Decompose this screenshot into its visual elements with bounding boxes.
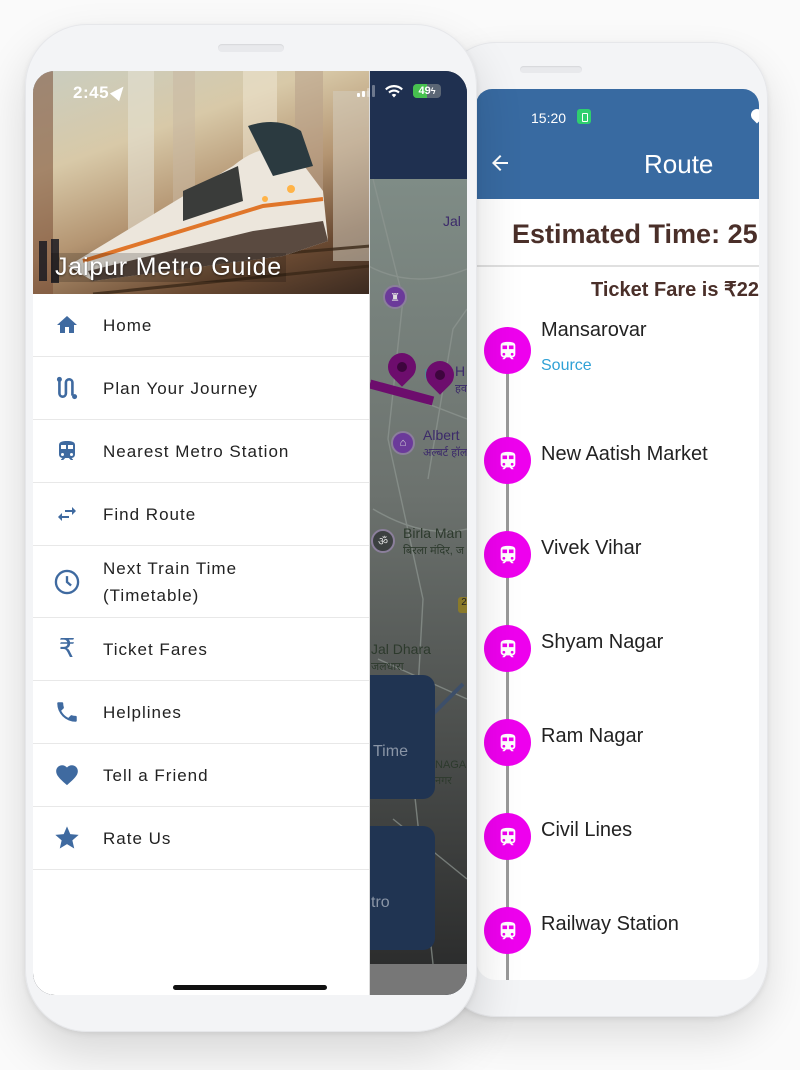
home-indicator[interactable] <box>173 985 327 990</box>
map-label: Jal Dhara <box>371 641 431 657</box>
station-name: Shyam Nagar <box>541 631 664 653</box>
train-icon <box>53 437 81 465</box>
status-time: 2:45 <box>73 83 110 102</box>
station-name: New Aatish Market <box>541 443 708 465</box>
drawer-item-label: Tell a Friend <box>103 765 209 785</box>
cellular-signal-icon <box>357 85 375 97</box>
rupee-icon: ₹ <box>58 634 76 664</box>
battery-icon: 49ϟ <box>413 84 441 98</box>
drawer-header: Jaipur Metro Guide <box>33 71 369 294</box>
clock-icon <box>53 568 81 596</box>
map-sublabel: अल्बर्ट हॉल <box>423 447 467 459</box>
station-name: Mansarovar <box>541 319 647 341</box>
station-name: Ram Nagar <box>541 725 644 747</box>
station-item[interactable]: Mansarovar Source <box>476 319 759 437</box>
drawer-item-home[interactable]: Home <box>33 294 369 357</box>
drawer-item-ticket-fares[interactable]: ₹ Ticket Fares <box>33 618 369 681</box>
train-icon <box>484 813 531 860</box>
heart-icon <box>53 761 81 789</box>
station-item[interactable]: Vivek Vihar <box>476 531 759 625</box>
map-sublabel: बिरला मंदिर, ज <box>403 545 465 557</box>
home-icon <box>53 311 81 339</box>
status-bar-indicators: 49ϟ <box>357 84 441 98</box>
road-badge: 2 <box>458 597 467 613</box>
map-sublabel: जलधारा <box>371 661 404 673</box>
drawer-item-label: Ticket Fares <box>103 639 208 659</box>
station-name: Vivek Vihar <box>541 537 642 559</box>
drawer-item-tell-a-friend[interactable]: Tell a Friend <box>33 744 369 807</box>
map-label: Albert <box>423 427 460 443</box>
navigation-drawer: Jaipur Metro Guide Home Plan Your Journey… <box>33 71 370 995</box>
castle-map-pin-icon[interactable]: ♜ <box>383 285 407 309</box>
charging-bolt-icon: ϟ <box>430 86 436 96</box>
drawer-item-label: Rate Us <box>103 828 172 848</box>
map-label: H <box>455 363 466 379</box>
ticket-fare: Ticket Fare is ₹22 <box>591 279 759 301</box>
train-icon <box>484 327 531 374</box>
station-name: Railway Station <box>541 913 679 935</box>
status-bar-time: 2:45 <box>73 82 129 103</box>
map-sublabel: नगर <box>435 775 452 787</box>
drawer-item-nearest-metro-station[interactable]: Nearest Metro Station <box>33 420 369 483</box>
drawer-item-helplines[interactable]: Helplines <box>33 681 369 744</box>
drawer-title: Jaipur Metro Guide <box>51 253 286 282</box>
card-label: Time <box>373 743 408 760</box>
arrow-left-icon <box>492 155 508 171</box>
station-item[interactable]: Railway Station <box>476 907 759 980</box>
phone-speaker <box>520 66 582 73</box>
drawer-menu: Home Plan Your Journey Nearest Metro Stati… <box>33 294 369 870</box>
station-name: Civil Lines <box>541 819 633 841</box>
star-icon <box>53 824 81 852</box>
station-item[interactable]: Shyam Nagar <box>476 625 759 719</box>
station-timeline: Mansarovar Source New Aatish Market Vivek V… <box>476 319 759 980</box>
drawer-item-label: Next Train Time (Timetable) <box>103 558 238 605</box>
swap-arrows-icon <box>53 500 81 528</box>
phone-frame-route: 15:20 Route Estimated Time: 25 Ticket Fa… <box>440 42 768 1017</box>
train-icon <box>484 625 531 672</box>
status-time: 15:20 <box>531 110 567 126</box>
battery-level: 49 <box>418 85 431 97</box>
drawer-item-label: Home <box>103 315 153 335</box>
train-icon <box>484 907 531 954</box>
route-icon <box>53 374 81 402</box>
temple-map-pin-icon[interactable]: ॐ <box>371 529 395 553</box>
map-label: NAGAR <box>435 759 467 771</box>
route-app-bar: 15:20 Route <box>476 89 759 199</box>
station-item[interactable]: New Aatish Market <box>476 437 759 531</box>
estimated-time: Estimated Time: 25 <box>476 199 759 267</box>
drawer-screen: Jal ♜ H हव ⌂ Albert अल्बर्ट हॉल ॐ Birla … <box>33 71 467 995</box>
battery-icon <box>577 109 591 124</box>
drawer-item-label: Helplines <box>103 702 182 722</box>
train-icon <box>484 437 531 484</box>
drawer-item-label: Find Route <box>103 504 197 524</box>
location-icon <box>748 106 759 124</box>
drawer-item-plan-your-journey[interactable]: Plan Your Journey <box>33 357 369 420</box>
train-icon <box>484 531 531 578</box>
wifi-icon <box>385 84 403 97</box>
map-label: Birla Man <box>403 525 463 541</box>
map-sublabel: हव <box>455 383 467 395</box>
phone-speaker <box>218 44 284 52</box>
phone-icon <box>53 698 81 726</box>
station-item[interactable]: Civil Lines <box>476 813 759 907</box>
train-icon <box>484 719 531 766</box>
back-button[interactable] <box>488 151 512 179</box>
drawer-item-label: Plan Your Journey <box>103 378 258 398</box>
page-title: Route <box>644 149 714 179</box>
drawer-item-find-route[interactable]: Find Route <box>33 483 369 546</box>
route-screen: 15:20 Route Estimated Time: 25 Ticket Fa… <box>476 89 759 980</box>
drawer-item-next-train-time[interactable]: Next Train Time (Timetable) <box>33 546 369 618</box>
drawer-item-label: Nearest Metro Station <box>103 441 290 461</box>
card-label: tro <box>371 894 390 911</box>
museum-map-pin-icon[interactable]: ⌂ <box>391 431 415 455</box>
station-item[interactable]: Ram Nagar <box>476 719 759 813</box>
app-showcase: 15:20 Route Estimated Time: 25 Ticket Fa… <box>0 0 800 1070</box>
map-label: Jal <box>443 213 461 229</box>
station-tag: Source <box>541 357 592 374</box>
drawer-item-rate-us[interactable]: Rate Us <box>33 807 369 870</box>
phone-frame-drawer: Jal ♜ H हव ⌂ Albert अल्बर्ट हॉल ॐ Birla … <box>25 24 477 1032</box>
